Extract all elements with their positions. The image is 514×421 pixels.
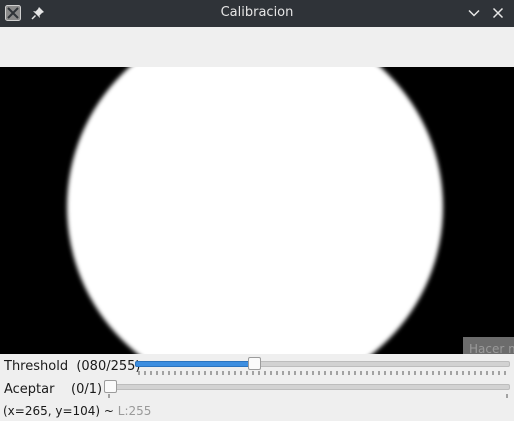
trackbar-aceptar-name: Aceptar bbox=[4, 382, 55, 397]
calibration-image bbox=[67, 67, 443, 354]
close-icon[interactable] bbox=[491, 6, 505, 20]
slider-fill bbox=[135, 361, 254, 367]
aceptar-slider[interactable] bbox=[104, 380, 510, 404]
status-bar: (x=265, y=104) ~ L:255 bbox=[3, 404, 151, 418]
slider-handle[interactable] bbox=[248, 357, 261, 370]
image-view[interactable]: Hacer m bbox=[0, 67, 514, 354]
trackbar-threshold: Threshold (080/255) bbox=[0, 357, 514, 381]
slider-handle[interactable] bbox=[104, 380, 117, 393]
trackbar-threshold-value: (080/255) bbox=[76, 359, 141, 374]
trackbar-aceptar: Aceptar (0/1) bbox=[0, 380, 514, 404]
trackbar-threshold-label: Threshold (080/255) bbox=[4, 359, 141, 374]
slider-ticks bbox=[138, 371, 506, 375]
luminance-value: L:255 bbox=[117, 404, 152, 418]
hover-tooltip: Hacer m bbox=[463, 337, 514, 354]
window-title: Calibracion bbox=[220, 5, 294, 20]
trackbar-threshold-name: Threshold bbox=[4, 359, 69, 374]
toolbar-area bbox=[0, 27, 514, 67]
cursor-coords: (x=265, y=104) ~ bbox=[3, 404, 118, 418]
white-disc bbox=[67, 67, 443, 354]
trackbar-aceptar-label: Aceptar (0/1) bbox=[4, 382, 102, 397]
slider-groove bbox=[107, 384, 510, 390]
trackbar-aceptar-value: (0/1) bbox=[71, 382, 103, 397]
slider-ticks bbox=[108, 394, 508, 398]
chevron-down-icon[interactable] bbox=[467, 6, 481, 20]
threshold-slider[interactable] bbox=[135, 357, 510, 381]
title-bar[interactable]: Calibracion bbox=[0, 0, 514, 27]
